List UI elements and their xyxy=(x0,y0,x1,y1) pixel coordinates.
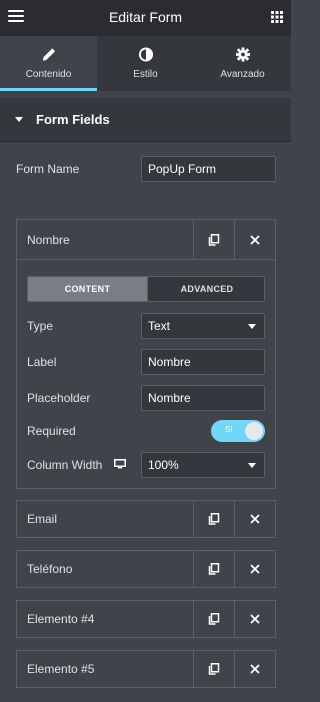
gear-icon xyxy=(235,47,250,62)
duplicate-icon xyxy=(208,663,220,675)
page-title: Editar Form xyxy=(108,9,183,25)
remove-button[interactable] xyxy=(234,501,275,537)
repeater-item: Elemento #5 xyxy=(16,650,276,688)
form-name-input[interactable]: PopUp Form xyxy=(141,156,276,182)
label-input[interactable]: Nombre xyxy=(141,349,265,375)
repeater-item: Email xyxy=(16,500,276,538)
placeholder-label: Placeholder xyxy=(27,391,91,405)
column-width-value: 100% xyxy=(148,458,179,472)
close-icon xyxy=(250,235,260,245)
type-select[interactable]: Text xyxy=(141,313,265,339)
top-bar: Editar Form xyxy=(0,0,291,36)
repeater-item-title[interactable]: Teléfono xyxy=(27,562,72,576)
repeater-item-title[interactable]: Elemento #5 xyxy=(27,662,94,676)
close-icon xyxy=(250,614,260,624)
duplicate-icon xyxy=(208,563,220,575)
repeater-item-title[interactable]: Elemento #4 xyxy=(27,612,94,626)
content-advanced-switch: CONTENT ADVANCED xyxy=(27,276,265,302)
label-label: Label xyxy=(27,355,57,369)
repeater-item: Elemento #4 xyxy=(16,600,276,638)
duplicate-icon xyxy=(208,513,220,525)
tab-avanzado[interactable]: Avanzado xyxy=(194,36,291,91)
required-toggle[interactable]: SI xyxy=(211,420,265,442)
duplicate-icon xyxy=(208,613,220,625)
remove-button[interactable] xyxy=(234,551,275,587)
remove-button[interactable] xyxy=(234,601,275,637)
required-label: Required xyxy=(27,424,76,438)
repeater-item-title[interactable]: Nombre xyxy=(27,233,70,247)
remove-button[interactable] xyxy=(234,220,275,260)
section-form-fields[interactable]: Form Fields xyxy=(0,98,291,142)
close-icon xyxy=(250,514,260,524)
tab-advanced[interactable]: ADVANCED xyxy=(147,277,264,301)
duplicate-button[interactable] xyxy=(193,601,234,637)
tab-label: Estilo xyxy=(133,69,158,80)
caret-down-icon xyxy=(15,117,23,122)
column-width-label: Column Width xyxy=(27,458,103,472)
tab-estilo[interactable]: Estilo xyxy=(97,36,194,91)
section-title: Form Fields xyxy=(36,112,110,127)
desktop-icon[interactable] xyxy=(114,459,126,469)
duplicate-icon xyxy=(208,234,220,246)
type-value: Text xyxy=(148,319,171,333)
grid-icon[interactable] xyxy=(271,11,283,23)
tab-label: Contenido xyxy=(25,69,72,80)
close-icon xyxy=(250,564,260,574)
tab-contenido[interactable]: Contenido xyxy=(0,36,97,91)
duplicate-button[interactable] xyxy=(193,220,234,260)
column-width-select[interactable]: 100% xyxy=(141,452,265,478)
half-circle-icon xyxy=(138,47,153,62)
repeater-item-title[interactable]: Email xyxy=(27,512,57,526)
toggle-knob xyxy=(245,422,263,440)
placeholder-input[interactable]: Nombre xyxy=(141,385,265,411)
duplicate-button[interactable] xyxy=(193,501,234,537)
chevron-down-icon xyxy=(248,463,256,468)
duplicate-button[interactable] xyxy=(193,551,234,587)
repeater-item-nombre: Nombre CONTENT ADVANCED Type Text Label … xyxy=(16,219,276,489)
repeater-item: Teléfono xyxy=(16,550,276,588)
close-icon xyxy=(250,664,260,674)
chevron-down-icon xyxy=(248,324,256,329)
duplicate-button[interactable] xyxy=(193,651,234,687)
tab-label: Avanzado xyxy=(220,69,265,80)
form-name-label: Form Name xyxy=(16,162,80,176)
tab-content[interactable]: CONTENT xyxy=(28,277,147,301)
panel-tabs: Contenido Estilo Avanzado xyxy=(0,36,291,91)
pencil-icon xyxy=(42,48,55,61)
type-label: Type xyxy=(27,319,54,333)
remove-button[interactable] xyxy=(234,651,275,687)
toggle-text: SI xyxy=(225,425,233,434)
repeater-item-header: Nombre xyxy=(17,220,275,260)
